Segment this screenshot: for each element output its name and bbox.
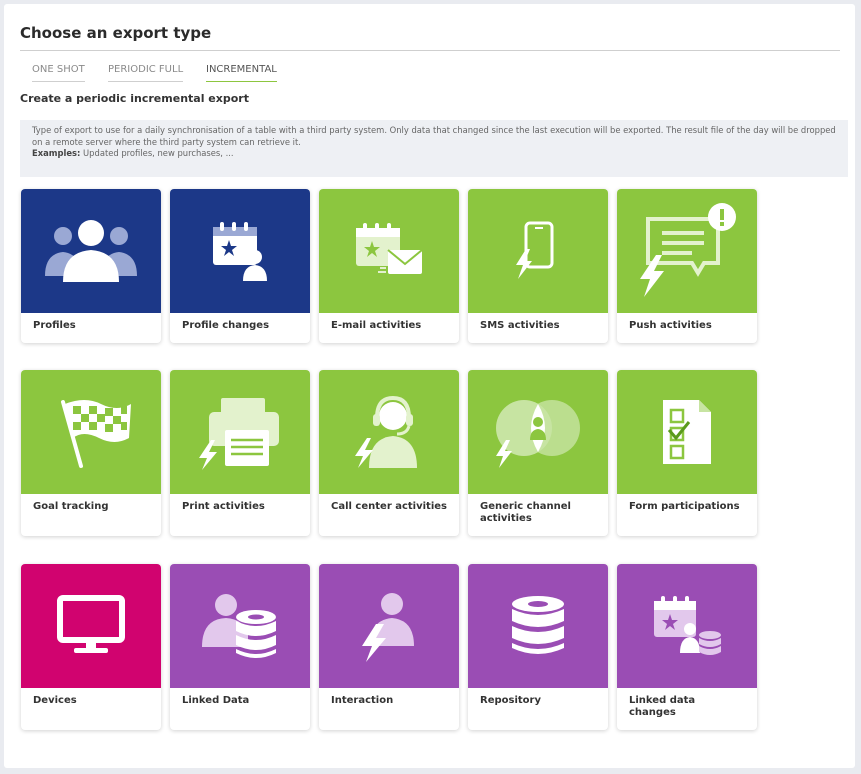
card-label: Devices xyxy=(33,695,77,706)
card-tile xyxy=(21,564,161,688)
card-label: Interaction xyxy=(331,695,394,706)
card-email-activities[interactable]: E-mail activities xyxy=(319,189,459,343)
description-text: Type of export to use for a daily synchr… xyxy=(32,125,836,147)
card-label: Generic channel activities xyxy=(480,501,571,524)
checklist-form-icon xyxy=(663,400,711,464)
export-type-panel: Choose an export type ONE SHOT PERIODIC … xyxy=(4,4,855,768)
user-bolt-icon xyxy=(362,593,414,662)
card-tile xyxy=(468,189,608,313)
card-repository[interactable]: Repository xyxy=(468,564,608,730)
phone-bolt-icon xyxy=(516,221,554,279)
card-tile xyxy=(319,564,459,688)
card-tile xyxy=(319,189,459,313)
tab-one-shot[interactable]: ONE SHOT xyxy=(32,64,85,82)
card-tile xyxy=(319,370,459,494)
card-label: Print activities xyxy=(182,501,265,512)
user-database-icon xyxy=(202,594,276,658)
card-tile xyxy=(617,189,757,313)
card-tile xyxy=(21,189,161,313)
tab-periodic-full[interactable]: PERIODIC FULL xyxy=(108,64,184,82)
card-profile-changes[interactable]: Profile changes xyxy=(170,189,310,343)
card-label: Call center activities xyxy=(331,501,448,512)
card-form-participations[interactable]: Form participations xyxy=(617,370,757,536)
title-divider xyxy=(20,50,840,51)
card-push-activities[interactable]: Push activities xyxy=(617,189,757,343)
card-goal-tracking[interactable]: Goal tracking xyxy=(21,370,161,536)
examples-text: Updated profiles, new purchases, ... xyxy=(80,148,234,158)
card-label: Form participations xyxy=(629,501,740,512)
people-icon xyxy=(45,220,137,282)
card-label: Push activities xyxy=(629,320,712,331)
calendar-user-database-icon xyxy=(654,596,721,655)
database-icon xyxy=(512,596,564,654)
card-tile xyxy=(170,370,310,494)
card-tile xyxy=(617,564,757,688)
card-tile xyxy=(21,370,161,494)
card-sms-activities[interactable]: SMS activities xyxy=(468,189,608,343)
card-label: Profiles xyxy=(33,320,76,331)
chat-alert-icon xyxy=(640,203,736,297)
headset-agent-icon xyxy=(355,395,417,468)
card-tile xyxy=(170,189,310,313)
venn-channel-icon xyxy=(496,400,580,468)
card-tile xyxy=(170,564,310,688)
card-label: Goal tracking xyxy=(33,501,109,512)
card-print-activities[interactable]: Print activities xyxy=(170,370,310,536)
card-call-center-activities[interactable]: Call center activities xyxy=(319,370,459,536)
printer-icon xyxy=(199,398,279,470)
monitor-icon xyxy=(57,595,125,653)
card-linked-data[interactable]: Linked Data xyxy=(170,564,310,730)
card-generic-channel-activities[interactable]: Generic channel activities xyxy=(468,370,608,536)
checkered-flag-icon xyxy=(61,400,131,468)
card-label: Linked data changes xyxy=(629,695,696,718)
card-interaction[interactable]: Interaction xyxy=(319,564,459,730)
card-tile xyxy=(468,370,608,494)
card-devices[interactable]: Devices xyxy=(21,564,161,730)
card-label: Linked Data xyxy=(182,695,250,706)
calendar-user-icon xyxy=(213,222,267,281)
card-profiles[interactable]: Profiles xyxy=(21,189,161,343)
calendar-mail-icon xyxy=(356,223,423,274)
section-subtitle: Create a periodic incremental export xyxy=(20,92,249,105)
card-label: SMS activities xyxy=(480,320,560,331)
page-title: Choose an export type xyxy=(20,24,212,42)
card-linked-data-changes[interactable]: Linked data changes xyxy=(617,564,757,730)
card-label: Repository xyxy=(480,695,541,706)
tab-incremental[interactable]: INCREMENTAL xyxy=(206,64,277,82)
description-box: Type of export to use for a daily synchr… xyxy=(20,120,848,177)
card-tile xyxy=(468,564,608,688)
card-label: E-mail activities xyxy=(331,320,422,331)
examples-label: Examples: xyxy=(32,148,81,158)
card-tile xyxy=(617,370,757,494)
card-label: Profile changes xyxy=(182,320,270,331)
